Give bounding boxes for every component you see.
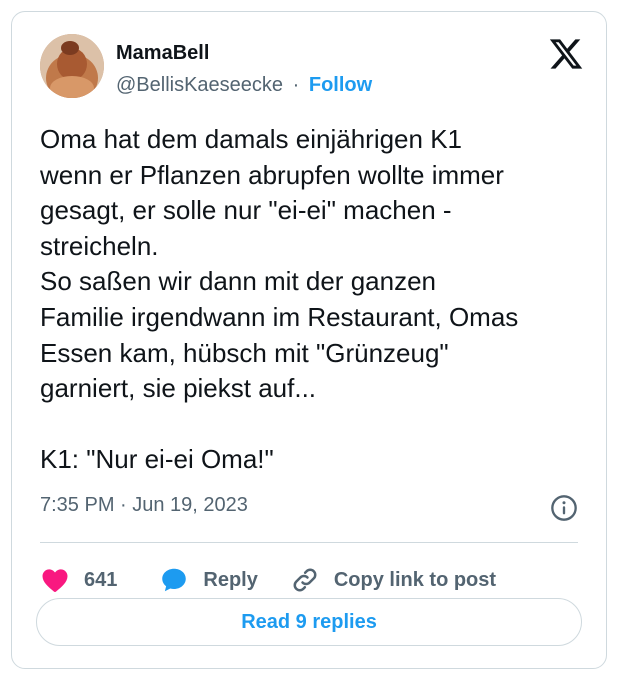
read-replies-button[interactable]: Read 9 replies <box>36 598 582 646</box>
heart-icon <box>42 569 68 592</box>
author-handle[interactable]: @BellisKaeseecke <box>116 74 283 96</box>
reply-button[interactable]: Reply <box>159 565 258 595</box>
x-logo-icon[interactable] <box>548 36 584 72</box>
reply-label: Reply <box>203 568 258 591</box>
tweet-text: Oma hat dem damals einjährigen K1 wenn e… <box>40 124 519 475</box>
author-display-name[interactable]: MamaBell <box>116 42 209 65</box>
like-button[interactable]: 641 <box>40 565 117 595</box>
author-handle-row: @BellisKaeseecke · Follow <box>116 74 372 97</box>
link-icon <box>293 568 317 592</box>
follow-button[interactable]: Follow <box>309 74 372 96</box>
info-icon[interactable] <box>550 494 578 522</box>
separator-dot: · <box>292 74 300 96</box>
like-count: 641 <box>84 568 118 591</box>
tweet-card: MamaBell @BellisKaeseecke · Follow Oma h… <box>11 11 607 669</box>
action-bar: 641 Reply Copy link to post <box>40 560 496 600</box>
copy-link-button[interactable]: Copy link to post <box>290 565 496 595</box>
speech-bubble-icon <box>162 568 187 592</box>
divider <box>40 542 578 543</box>
avatar[interactable] <box>40 34 104 98</box>
avatar-image <box>40 34 104 98</box>
tweet-timestamp[interactable]: 7:35 PM · Jun 19, 2023 <box>40 494 248 517</box>
copy-link-label: Copy link to post <box>333 568 497 591</box>
